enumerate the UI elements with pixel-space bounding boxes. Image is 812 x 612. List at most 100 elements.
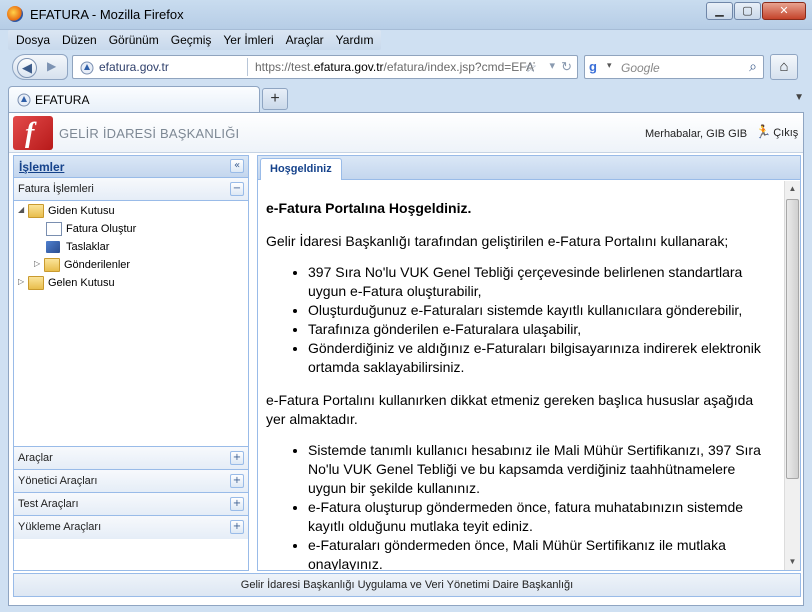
tree-collapsed-icon[interactable]: ▷ — [18, 277, 24, 286]
logout-link[interactable]: 🏃 Çıkış — [755, 124, 798, 140]
search-placeholder: Google — [621, 61, 660, 75]
accordion-tools[interactable]: Araçlar + — [14, 447, 248, 470]
content-scrollbar[interactable]: ▲ ▼ — [784, 181, 800, 570]
tab-efatura[interactable]: EFATURA — [8, 86, 260, 112]
collapse-panel-button[interactable]: « — [230, 159, 244, 173]
accordion-invoice-operations[interactable]: Fatura İşlemleri − — [14, 178, 248, 201]
content-tab-strip: Hoşgeldiniz — [258, 156, 800, 180]
home-icon: ⌂ — [779, 58, 789, 75]
url-dropdown-icon[interactable]: ▾ — [549, 59, 555, 72]
operations-panel-header: İşlemler « — [14, 156, 248, 178]
tab-list-icon[interactable]: ▼ — [794, 92, 804, 103]
content-panel: Hoşgeldiniz e-Fatura Portalına Hoşgeldin… — [257, 155, 801, 571]
list-item: Gönderdiğiniz ve aldığınız e-Faturaları … — [308, 339, 776, 377]
home-button[interactable]: ⌂ — [770, 54, 798, 80]
accordion-label: Araçlar — [18, 452, 53, 464]
expand-section-button[interactable]: + — [230, 520, 244, 534]
features-list: 397 Sıra No'lu VUK Genel Tebliği çerçeve… — [308, 263, 776, 377]
folder-send-icon — [44, 258, 60, 272]
tree-expanded-icon[interactable]: ◢ — [18, 205, 24, 214]
url-path: /efatura/index.jsp?cmd=EFATURA_WE — [383, 60, 535, 74]
menu-help[interactable]: Yardım — [330, 30, 380, 50]
new-tab-button[interactable]: + — [262, 88, 288, 110]
accordion-test-tools[interactable]: Test Araçları + — [14, 493, 248, 516]
welcome-body: e-Fatura Portalına Hoşgeldiniz. Gelir İd… — [258, 181, 786, 570]
accordion-label: Yönetici Araçları — [18, 475, 98, 487]
folder-icon — [28, 276, 44, 290]
list-item: Sistemde tanımlı kullanıcı hesabınız ile… — [308, 441, 776, 498]
tab-welcome[interactable]: Hoşgeldiniz — [260, 158, 342, 180]
minimize-button[interactable]: ▁ — [706, 2, 733, 20]
accordion-label: Fatura İşlemleri — [18, 183, 94, 195]
app-header: f GELİR İDARESİ BAŞKANLIĞI Merhabalar, G… — [9, 113, 803, 153]
expand-section-button[interactable]: + — [230, 474, 244, 488]
menu-history[interactable]: Geçmiş — [165, 30, 218, 50]
logout-label: Çıkış — [773, 127, 799, 139]
gib-logo: f — [13, 116, 53, 150]
accordion-label: Yükleme Araçları — [18, 521, 102, 533]
site-host-label: efatura.gov.tr — [99, 60, 169, 74]
scroll-thumb[interactable] — [786, 199, 799, 479]
search-engine-dropdown-icon[interactable]: ▾ — [607, 60, 612, 71]
firefox-logo-icon — [7, 6, 23, 22]
notice-paragraph: e-Fatura Portalını kullanırken dikkat et… — [266, 392, 754, 427]
tree-node-label: Fatura Oluştur — [66, 223, 137, 235]
web-page: f GELİR İDARESİ BAŞKANLIĞI Merhabalar, G… — [8, 112, 804, 606]
google-engine-icon[interactable]: g — [589, 59, 605, 75]
collapse-section-button[interactable]: − — [230, 182, 244, 196]
menu-view[interactable]: Görünüm — [103, 30, 165, 50]
operations-panel: İşlemler « Fatura İşlemleri − ◢ Giden Ku… — [13, 155, 249, 571]
forward-arrow-icon[interactable]: ▶ — [47, 59, 56, 73]
operations-title: İşlemler — [19, 160, 65, 174]
url-separator — [247, 58, 248, 76]
page-footer: Gelir İdaresi Başkanlığı Uygulama ve Ver… — [13, 573, 801, 597]
maximize-button[interactable]: ▢ — [734, 2, 761, 20]
expand-section-button[interactable]: + — [230, 451, 244, 465]
url-text[interactable]: https://test.efatura.gov.tr/efatura/inde… — [255, 60, 535, 74]
url-domain: efatura.gov.tr — [313, 60, 384, 74]
reload-icon[interactable]: ↻ — [561, 59, 572, 75]
url-prefix: https://test. — [255, 60, 314, 74]
url-bar[interactable]: efatura.gov.tr https://test.efatura.gov.… — [72, 55, 578, 79]
menu-file[interactable]: Dosya — [10, 30, 56, 50]
tree-node-label: Gelen Kutusu — [48, 277, 115, 289]
scroll-up-icon[interactable]: ▲ — [785, 181, 800, 197]
site-identity-icon[interactable] — [80, 61, 94, 75]
list-item: Tarafınıza gönderilen e-Faturalara ulaşa… — [308, 320, 776, 339]
bookmark-star-icon[interactable]: ☆ — [524, 59, 537, 76]
tree-collapsed-icon[interactable]: ▷ — [34, 259, 40, 268]
window-title: EFATURA - Mozilla Firefox — [30, 7, 184, 22]
navigation-toolbar: ◀ ▶ efatura.gov.tr https://test.efatura.… — [0, 52, 812, 82]
menu-tools[interactable]: Araçlar — [280, 30, 330, 50]
accordion-upload-tools[interactable]: Yükleme Araçları + — [14, 516, 248, 539]
site-favicon-icon — [17, 93, 31, 107]
list-item: Oluşturduğunuz e-Faturaları sistemde kay… — [308, 301, 776, 320]
list-item: e-Faturaları göndermeden önce, Mali Mühü… — [308, 536, 776, 570]
tab-strip: EFATURA + ▼ — [0, 84, 812, 112]
brand-title: GELİR İDARESİ BAŞKANLIĞI — [59, 126, 240, 141]
welcome-heading: e-Fatura Portalına Hoşgeldiniz. — [266, 200, 472, 216]
list-item: 397 Sıra No'lu VUK Genel Tebliği çerçeve… — [308, 263, 776, 301]
logout-runner-icon: 🏃 — [755, 124, 772, 139]
window-controls: ▁ ▢ ✕ — [706, 2, 806, 20]
menu-edit[interactable]: Düzen — [56, 30, 103, 50]
back-arrow-icon[interactable]: ◀ — [17, 58, 37, 78]
search-magnifier-icon[interactable]: ⌕ — [749, 58, 757, 75]
menu-bookmarks[interactable]: Yer İmleri — [217, 30, 279, 50]
tree-node-label: Giden Kutusu — [48, 205, 115, 217]
footer-text: Gelir İdaresi Başkanlığı Uygulama ve Ver… — [240, 579, 574, 591]
folder-open-icon — [28, 204, 44, 218]
intro-paragraph: Gelir İdaresi Başkanlığı tarafından geli… — [266, 233, 729, 249]
tab-label: EFATURA — [35, 93, 90, 107]
document-icon — [46, 222, 62, 236]
close-button[interactable]: ✕ — [762, 2, 806, 20]
search-bar[interactable]: g ▾ Google ⌕ — [584, 55, 764, 79]
tree-node-label: Gönderilenler — [64, 259, 131, 271]
accordion-admin-tools[interactable]: Yönetici Araçları + — [14, 470, 248, 493]
expand-section-button[interactable]: + — [230, 497, 244, 511]
invoice-tree: ◢ Giden Kutusu Fatura Oluştur Taslaklar … — [14, 201, 248, 447]
tree-node-label: Taslaklar — [66, 241, 110, 253]
notice-list: Sistemde tanımlı kullanıcı hesabınız ile… — [308, 441, 776, 570]
scroll-down-icon[interactable]: ▼ — [785, 554, 800, 570]
edit-pencil-icon — [46, 241, 60, 253]
